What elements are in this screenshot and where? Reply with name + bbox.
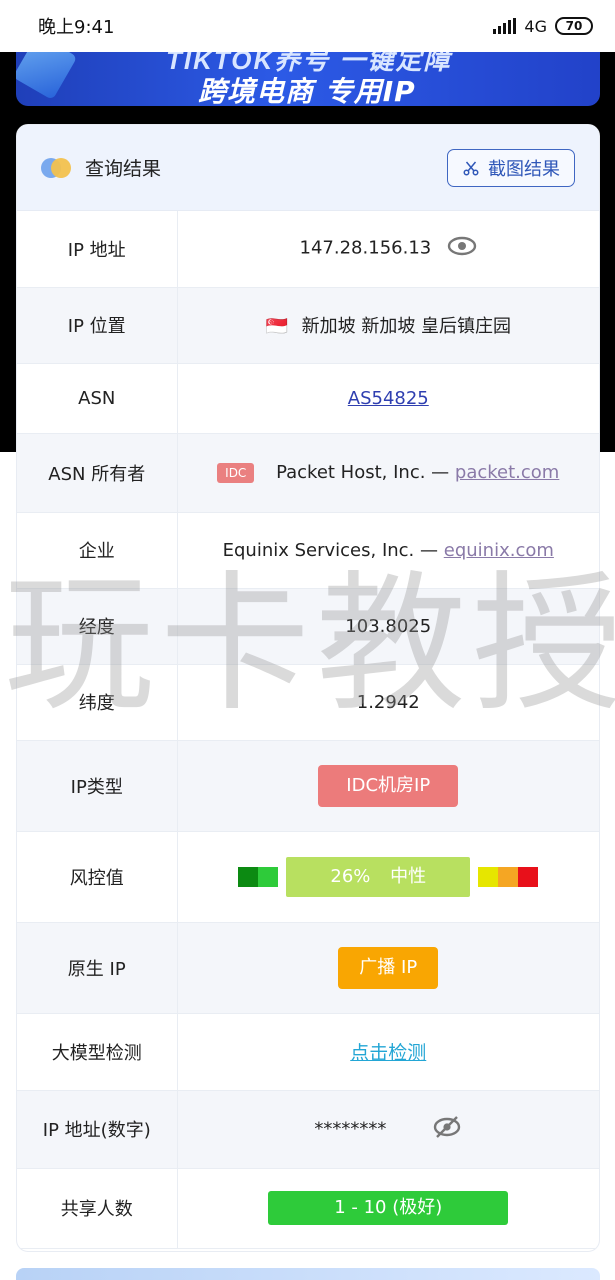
row-value: 广播 IP	[177, 922, 599, 1014]
risk-low-scale	[238, 866, 279, 887]
risk-level: 中性	[390, 865, 427, 887]
network-type: 4G	[524, 16, 547, 36]
company-name: Equinix Services, Inc. —	[222, 539, 439, 561]
ip-type-badge: IDC机房IP	[318, 764, 459, 807]
asn-link[interactable]: AS54825	[348, 388, 429, 409]
banner-main-text: 跨境电商 专用IP	[198, 75, 416, 106]
row-label: 企业	[17, 512, 178, 589]
row-asn-owner: ASN 所有者 IDC Packet Host, Inc. — packet.c…	[17, 433, 599, 513]
ip-numeric-value: ********	[314, 1118, 387, 1139]
row-value: 点击检测	[177, 1013, 599, 1091]
row-value: AS54825	[177, 363, 599, 434]
eye-off-icon[interactable]	[432, 1115, 462, 1144]
card-title: 查询结果	[85, 158, 162, 180]
eye-icon[interactable]	[447, 236, 477, 261]
risk-meter: 26% 中性	[178, 856, 600, 897]
row-label: 纬度	[17, 664, 178, 741]
asn-owner-domain-link[interactable]: packet.com	[455, 462, 559, 483]
row-native-ip: 原生 IP 广播 IP	[17, 922, 599, 1014]
row-value: 1 - 10 (极好)	[177, 1168, 599, 1249]
row-label: ASN	[17, 363, 178, 434]
status-bar: 晚上9:41 4G 70	[0, 0, 615, 52]
native-ip-badge: 广播 IP	[338, 946, 439, 989]
screenshot-button[interactable]: 截图结果	[447, 148, 575, 187]
result-logo-icon	[41, 157, 71, 178]
scissors-icon	[463, 161, 479, 175]
banner-decoration	[16, 52, 78, 101]
risk-score-bar: 26% 中性	[286, 856, 471, 897]
row-label: 原生 IP	[17, 922, 178, 1014]
promo-banner[interactable]: TIKTOK养号 一键定障 跨境电商 专用IP	[16, 52, 600, 106]
row-risk-score: 风控值 26% 中性	[17, 831, 600, 923]
row-longitude: 经度 103.8025	[17, 588, 599, 665]
row-llm-check: 大模型检测 点击检测	[17, 1013, 599, 1091]
row-ip-type: IP类型 IDC机房IP	[17, 740, 599, 832]
query-result-card: 查询结果 截图结果 IP 地址 147.28.156.13 IP 位置 🇸🇬 新…	[16, 124, 600, 1252]
ip-address-value: 147.28.156.13	[299, 237, 432, 259]
risk-high-scale	[478, 866, 539, 887]
latitude-value: 1.2942	[177, 664, 599, 741]
row-label: IP类型	[17, 740, 178, 832]
row-value: 26% 中性	[177, 831, 600, 923]
row-label: IP 地址(数字)	[17, 1090, 178, 1169]
row-label: 大模型检测	[17, 1013, 178, 1091]
row-label: IP 位置	[17, 287, 178, 364]
row-label: 共享人数	[17, 1168, 178, 1249]
row-value: 147.28.156.13	[177, 211, 599, 288]
risk-percent: 26%	[330, 865, 371, 887]
row-value: 🇸🇬 新加坡 新加坡 皇后镇庄园	[177, 287, 599, 364]
status-time: 晚上9:41	[38, 17, 115, 38]
status-indicators: 4G 70	[493, 17, 593, 36]
llm-check-link[interactable]: 点击检测	[350, 1042, 426, 1064]
row-shared-users: 共享人数 1 - 10 (极好)	[17, 1168, 599, 1249]
singapore-flag-icon: 🇸🇬	[265, 316, 288, 337]
row-company: 企业 Equinix Services, Inc. — equinix.com	[17, 512, 599, 589]
asn-owner-name: Packet Host, Inc. —	[276, 462, 450, 483]
row-value: ********	[177, 1090, 599, 1169]
row-ip-numeric: IP 地址(数字) ********	[17, 1090, 599, 1169]
row-label: 风控值	[17, 831, 178, 923]
row-latitude: 纬度 1.2942	[17, 664, 599, 741]
row-label: IP 地址	[17, 211, 178, 288]
shared-users-badge: 1 - 10 (极好)	[268, 1191, 509, 1225]
next-card-preview	[16, 1268, 600, 1280]
card-header: 查询结果 截图结果	[17, 125, 599, 211]
row-label: 经度	[17, 588, 178, 665]
row-asn: ASN AS54825	[17, 363, 599, 434]
signal-icon	[493, 18, 517, 34]
screenshot-button-label: 截图结果	[488, 158, 560, 180]
row-label: ASN 所有者	[17, 433, 178, 513]
company-domain-link[interactable]: equinix.com	[444, 540, 554, 561]
location-value: 新加坡 新加坡 皇后镇庄园	[301, 316, 512, 337]
idc-badge: IDC	[217, 463, 255, 483]
row-value: Equinix Services, Inc. — equinix.com	[177, 512, 599, 589]
result-table: IP 地址 147.28.156.13 IP 位置 🇸🇬 新加坡 新加坡 皇后镇…	[17, 211, 599, 1249]
row-ip-location: IP 位置 🇸🇬 新加坡 新加坡 皇后镇庄园	[17, 287, 599, 364]
row-value: IDC Packet Host, Inc. — packet.com	[177, 433, 599, 513]
battery-icon: 70	[555, 17, 593, 35]
row-value: IDC机房IP	[177, 740, 599, 832]
longitude-value: 103.8025	[177, 588, 599, 665]
row-ip-address: IP 地址 147.28.156.13	[17, 211, 599, 288]
